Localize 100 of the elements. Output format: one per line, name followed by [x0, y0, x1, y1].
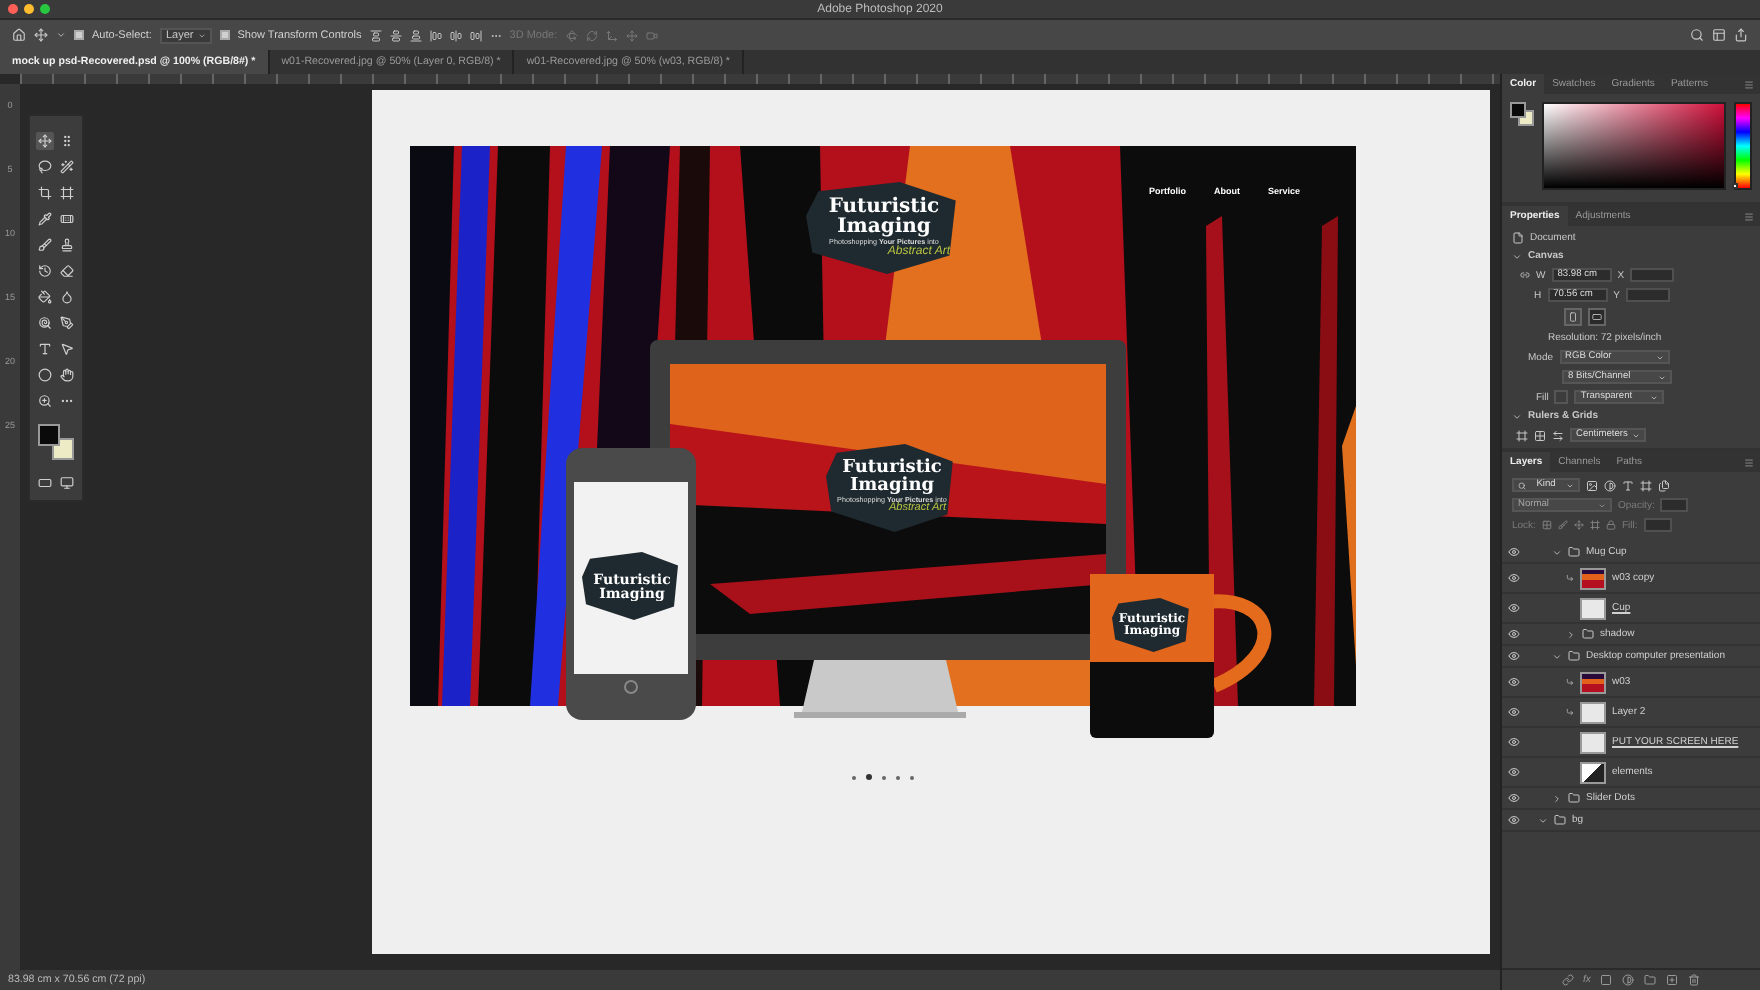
- move-icon[interactable]: [36, 132, 54, 150]
- eye-icon[interactable]: [1508, 602, 1520, 614]
- type-icon[interactable]: [36, 340, 54, 358]
- fill-swatch[interactable]: [1554, 390, 1569, 404]
- eyedropper-icon[interactable]: [36, 210, 54, 228]
- close-button[interactable]: [8, 4, 18, 14]
- guides-icon[interactable]: [1552, 429, 1564, 441]
- pen-icon[interactable]: [58, 314, 76, 332]
- chevron-icon[interactable]: [1566, 629, 1576, 639]
- droplet-icon[interactable]: [58, 288, 76, 306]
- chevron-icon[interactable]: [1512, 411, 1522, 421]
- hand-icon[interactable]: [58, 366, 76, 384]
- eye-icon[interactable]: [1508, 546, 1520, 558]
- foreground-color-swatch[interactable]: [38, 424, 60, 446]
- portrait-button[interactable]: [1564, 308, 1582, 326]
- opacity-field[interactable]: [1660, 498, 1689, 512]
- ruler-icon[interactable]: [1516, 429, 1528, 441]
- eye-icon[interactable]: [1508, 572, 1520, 584]
- link-icon[interactable]: [1561, 974, 1574, 986]
- type-icon[interactable]: [1622, 479, 1634, 491]
- bandage-icon[interactable]: [58, 210, 76, 228]
- trash-icon[interactable]: [1688, 974, 1701, 986]
- minimize-button[interactable]: [24, 4, 34, 14]
- home-icon[interactable]: [12, 28, 26, 42]
- logo-title: Futuristic: [842, 460, 942, 479]
- history-icon[interactable]: [36, 262, 54, 280]
- caret-icon[interactable]: [56, 30, 66, 40]
- eye-icon[interactable]: [1508, 736, 1520, 748]
- eraser-icon[interactable]: [58, 262, 76, 280]
- move-3d-icon: [605, 29, 618, 41]
- layer-thumbnail: [1580, 597, 1606, 619]
- align-icon[interactable]: [409, 29, 422, 41]
- adjustment-icon[interactable]: [1622, 974, 1635, 986]
- hue-slider[interactable]: [1734, 102, 1752, 190]
- image-icon[interactable]: [1586, 479, 1598, 491]
- search-icon[interactable]: [1690, 28, 1704, 42]
- eye-icon[interactable]: [1508, 792, 1520, 804]
- chevron-icon[interactable]: [1512, 251, 1522, 261]
- refresh-icon: [585, 29, 598, 41]
- foreground-color-swatch[interactable]: [1510, 102, 1526, 118]
- chevron-icon[interactable]: [1538, 815, 1548, 825]
- color-field[interactable]: [1542, 102, 1726, 190]
- eye-icon[interactable]: [1508, 676, 1520, 688]
- brush-icon[interactable]: [36, 236, 54, 254]
- ellipse-icon[interactable]: [36, 366, 54, 384]
- align-icon[interactable]: [449, 29, 462, 41]
- magic-wand-icon[interactable]: [58, 158, 76, 176]
- layer-thumbnail: [1580, 671, 1606, 693]
- workspace-icon[interactable]: [1712, 28, 1726, 42]
- frame-icon[interactable]: [58, 184, 76, 202]
- zoom-icon[interactable]: [36, 392, 54, 410]
- move-icon[interactable]: [1573, 520, 1584, 530]
- pointer-icon[interactable]: [58, 340, 76, 358]
- paint-bucket-icon[interactable]: [36, 288, 54, 306]
- logo-title: Imaging: [849, 478, 935, 497]
- align-icon[interactable]: [389, 29, 402, 41]
- monitor-icon[interactable]: [58, 474, 76, 492]
- files-icon[interactable]: [1658, 479, 1670, 491]
- search-icon: [1518, 481, 1526, 489]
- dots-icon[interactable]: [58, 132, 76, 150]
- folder-icon[interactable]: [1644, 974, 1657, 986]
- align-icon[interactable]: [469, 29, 482, 41]
- fill-field[interactable]: [1643, 518, 1672, 532]
- rectangle-icon[interactable]: [36, 474, 54, 492]
- chevron-icon[interactable]: [1552, 651, 1562, 661]
- move-tool-icon[interactable]: [34, 28, 48, 42]
- align-icon[interactable]: [369, 29, 382, 41]
- eye-icon[interactable]: [1508, 766, 1520, 778]
- folder-icon: [1582, 628, 1594, 640]
- x-field[interactable]: [1630, 268, 1675, 282]
- checkbox[interactable]: [74, 30, 84, 40]
- eye-icon[interactable]: [1508, 628, 1520, 640]
- grid-icon[interactable]: [1534, 429, 1546, 441]
- stamp-icon[interactable]: [58, 236, 76, 254]
- share-icon[interactable]: [1734, 28, 1748, 42]
- lock-icon[interactable]: [1605, 520, 1616, 530]
- crop-icon[interactable]: [36, 184, 54, 202]
- mask-icon[interactable]: [1600, 974, 1613, 986]
- eye-icon[interactable]: [1508, 706, 1520, 718]
- eye-icon[interactable]: [1508, 814, 1520, 826]
- video-icon: [645, 29, 658, 41]
- checkbox[interactable]: [219, 30, 230, 40]
- landscape-button[interactable]: [1588, 308, 1606, 326]
- chevron-icon[interactable]: [1552, 547, 1562, 557]
- eye-icon[interactable]: [1508, 650, 1520, 662]
- y-field[interactable]: [1625, 288, 1670, 302]
- contrast-icon[interactable]: [1604, 479, 1616, 491]
- new-layer-icon[interactable]: [1666, 974, 1679, 986]
- frame-icon[interactable]: [1640, 479, 1652, 491]
- layer-thumbnail: [1580, 761, 1606, 783]
- chevron-icon[interactable]: [1552, 793, 1562, 803]
- lasso-icon[interactable]: [36, 158, 54, 176]
- link-icon[interactable]: [1520, 270, 1530, 280]
- align-icon[interactable]: [429, 29, 442, 41]
- maximize-button[interactable]: [40, 4, 50, 14]
- frame-icon[interactable]: [1589, 520, 1600, 530]
- slider-thumb[interactable]: [1732, 182, 1738, 189]
- lollipop-icon[interactable]: [36, 314, 54, 332]
- slider-dot[interactable]: [866, 774, 872, 780]
- rotate-3d-icon: [565, 29, 578, 41]
